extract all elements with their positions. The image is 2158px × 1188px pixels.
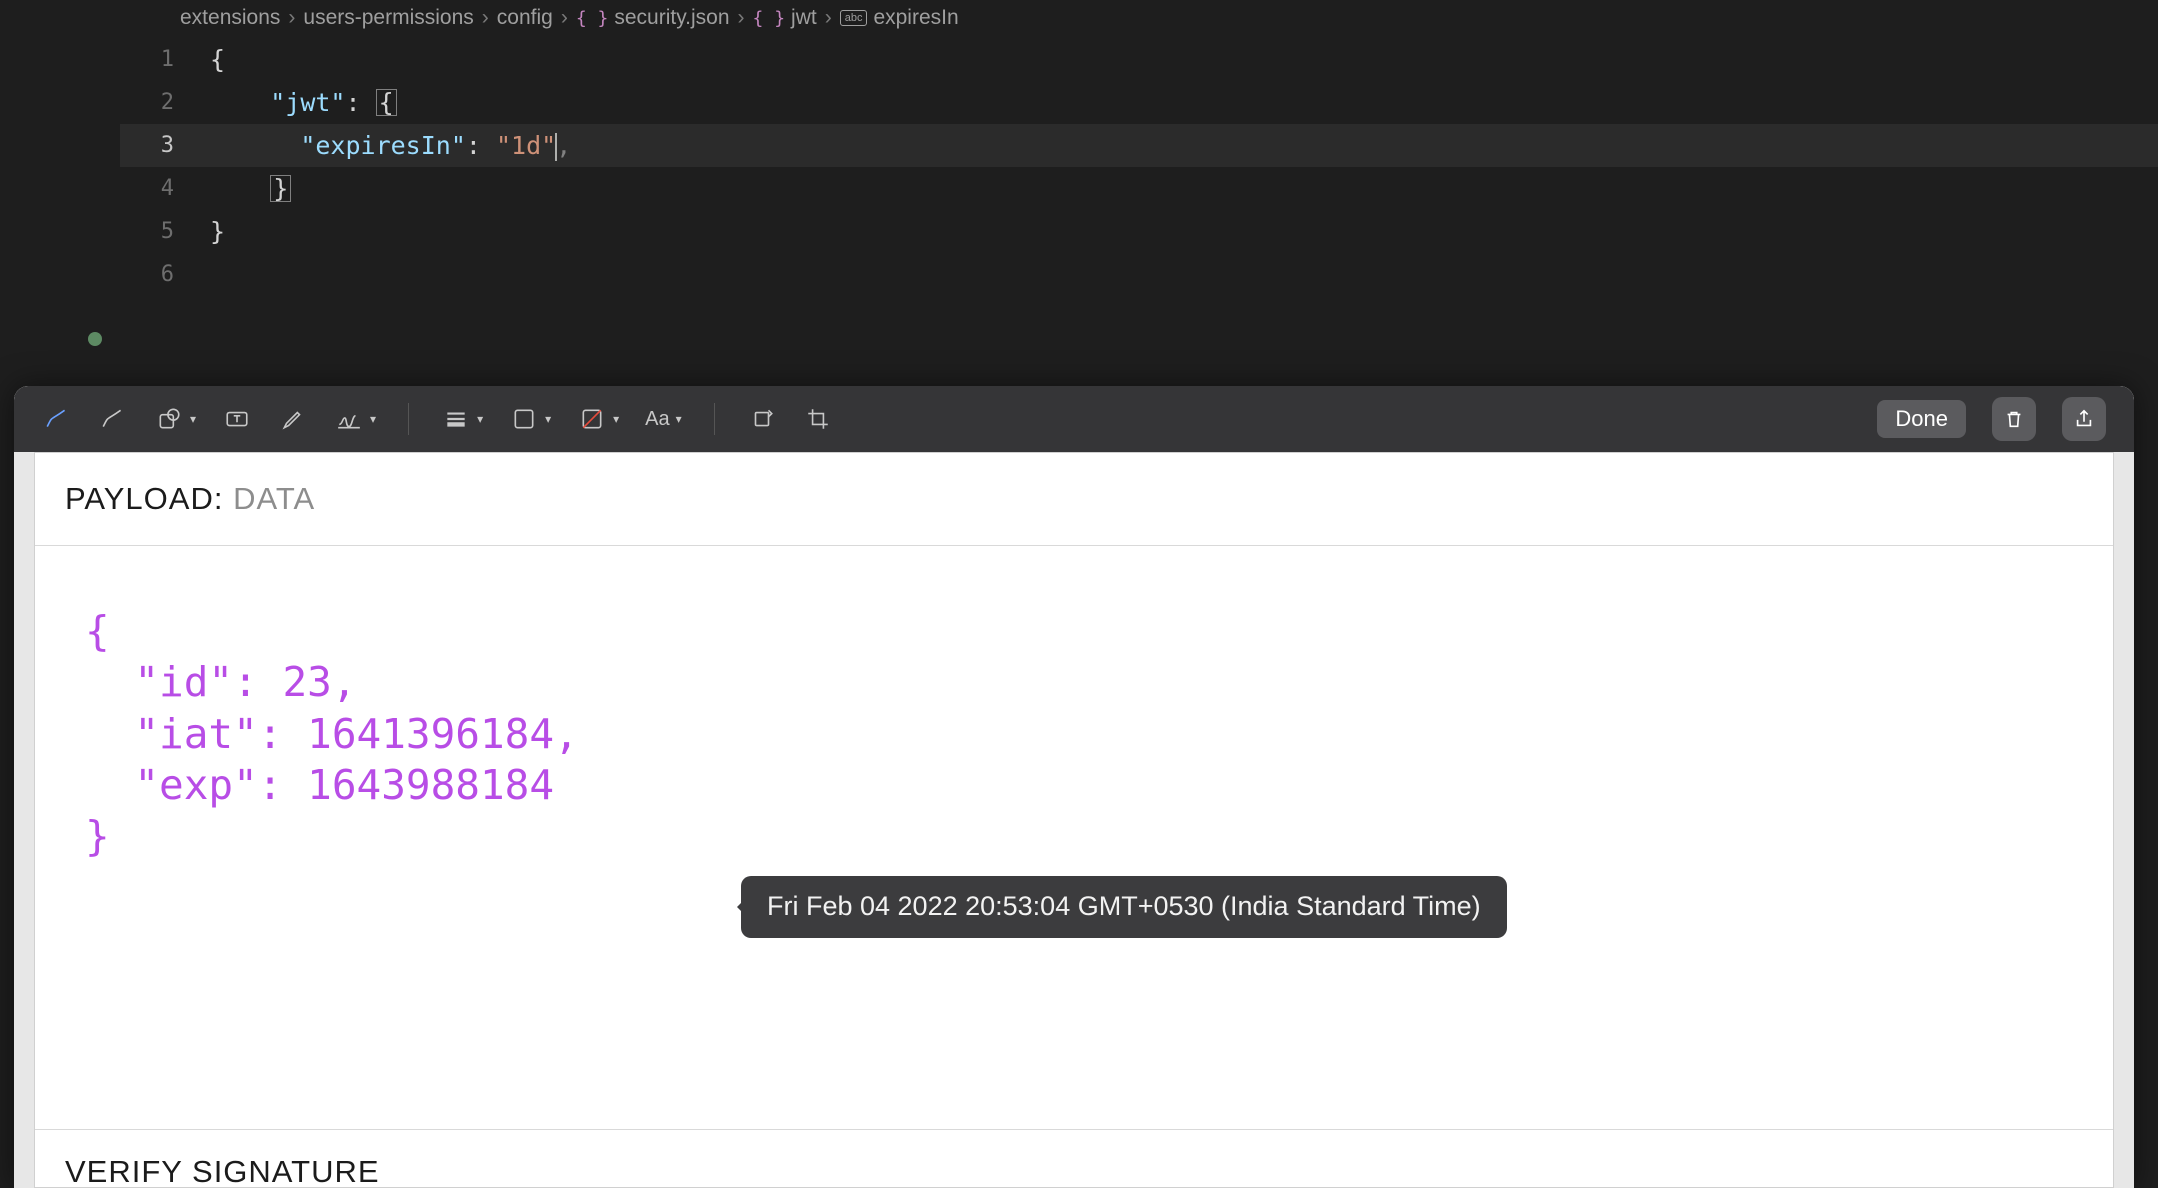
chevron-right-icon: › (561, 6, 568, 30)
sketch-pen-icon[interactable] (42, 404, 72, 434)
payload-key-iat: "iat" (134, 710, 257, 758)
breadcrumb-seg-config[interactable]: config (497, 6, 553, 30)
text-style-label: Aa (645, 408, 669, 431)
chevron-down-icon: ▾ (477, 412, 483, 426)
chevron-right-icon: › (825, 6, 832, 30)
border-color-tool[interactable]: ▾ (509, 404, 551, 434)
signature-icon (334, 404, 364, 434)
line-number: 2 (120, 90, 210, 115)
chevron-right-icon: › (288, 6, 295, 30)
line-number: 4 (120, 176, 210, 201)
markup-canvas: PAYLOAD: DATA { "id": 23, "iat": 1641396… (14, 452, 2134, 1188)
breadcrumb-expiresin-label: expiresIn (873, 6, 958, 30)
toolbar-divider (714, 403, 715, 435)
trash-button[interactable] (1992, 397, 2036, 441)
chevron-right-icon: › (482, 6, 489, 30)
breadcrumb-seg-security-json[interactable]: { } security.json (576, 6, 730, 30)
highlight-icon[interactable] (278, 404, 308, 434)
string-abc-icon: abc (840, 10, 868, 26)
line-style-tool[interactable]: ▾ (441, 404, 483, 434)
text-box-icon[interactable] (222, 404, 252, 434)
shapes-icon (154, 404, 184, 434)
timestamp-tooltip: Fri Feb 04 2022 20:53:04 GMT+0530 (India… (741, 876, 1507, 938)
breadcrumb-seg-expiresin[interactable]: abc expiresIn (840, 6, 959, 30)
verify-signature-label: VERIFY SIGNATURE (65, 1154, 380, 1187)
rotate-icon[interactable] (747, 404, 777, 434)
fill-color-tool[interactable]: ▾ (577, 404, 619, 434)
fill-color-icon (577, 404, 607, 434)
shapes-tool[interactable]: ▾ (154, 404, 196, 434)
brace-open: { (85, 607, 110, 655)
payload-key-id: "id" (134, 658, 233, 706)
done-button[interactable]: Done (1877, 400, 1966, 438)
modified-indicator-dot (88, 332, 102, 346)
payload-val-id: 23 (283, 658, 332, 706)
code-editor[interactable]: 1 { 2 "jwt": { 3 "expiresIn": "1d", 4 } … (120, 38, 2158, 296)
chevron-down-icon: ▾ (190, 412, 196, 426)
payload-val-iat: 1641396184 (307, 710, 554, 758)
breadcrumb-seg-users-permissions[interactable]: users-permissions (303, 6, 473, 30)
line-number: 6 (120, 262, 210, 287)
text-style-tool[interactable]: Aa ▾ (645, 408, 682, 431)
chevron-down-icon: ▾ (545, 412, 551, 426)
payload-key-exp: "exp" (134, 761, 257, 809)
chevron-down-icon: ▾ (676, 412, 682, 426)
border-color-icon (509, 404, 539, 434)
payload-json[interactable]: { "id": 23, "iat": 1641396184, "exp": 16… (35, 546, 2113, 942)
json-key-jwt: "jwt" (270, 88, 345, 117)
document-paper: PAYLOAD: DATA { "id": 23, "iat": 1641396… (34, 452, 2114, 1188)
json-value-expiresin: "1d" (496, 131, 556, 160)
markup-window: ▾ ▾ ▾ ▾ (14, 386, 2134, 1188)
editor-area: extensions › users-permissions › config … (0, 0, 2158, 296)
payload-val-exp: 1643988184 (307, 761, 554, 809)
markup-toolbar: ▾ ▾ ▾ ▾ (14, 386, 2134, 452)
brace-close: } (85, 812, 110, 860)
line-number: 1 (120, 47, 210, 72)
verify-signature-header: VERIFY SIGNATURE (35, 1129, 2113, 1187)
chevron-down-icon: ▾ (613, 412, 619, 426)
chevron-down-icon: ▾ (370, 412, 376, 426)
chevron-right-icon: › (738, 6, 745, 30)
json-key-expiresin: "expiresIn" (300, 131, 466, 160)
trash-icon (2003, 408, 2025, 430)
breadcrumb-jwt-label: jwt (791, 6, 817, 30)
line-number-current: 3 (120, 133, 210, 158)
share-button[interactable] (2062, 397, 2106, 441)
breadcrumb[interactable]: extensions › users-permissions › config … (120, 0, 2158, 38)
toolbar-divider (408, 403, 409, 435)
matching-brace-close: } (270, 175, 291, 202)
json-braces-icon: { } (576, 8, 609, 29)
breadcrumb-seg-jwt[interactable]: { } jwt (753, 6, 817, 30)
payload-sublabel: DATA (223, 481, 315, 516)
payload-label: PAYLOAD: (65, 481, 223, 516)
draw-pen-icon[interactable] (98, 404, 128, 434)
share-icon (2073, 408, 2095, 430)
matching-brace-open: { (376, 89, 397, 116)
breadcrumb-file-label: security.json (614, 6, 729, 30)
sign-tool[interactable]: ▾ (334, 404, 376, 434)
payload-header: PAYLOAD: DATA (35, 453, 2113, 546)
line-weight-icon (441, 404, 471, 434)
line-number: 5 (120, 219, 210, 244)
crop-icon[interactable] (803, 404, 833, 434)
breadcrumb-seg-extensions[interactable]: extensions (180, 6, 280, 30)
json-braces-icon: { } (753, 8, 786, 29)
